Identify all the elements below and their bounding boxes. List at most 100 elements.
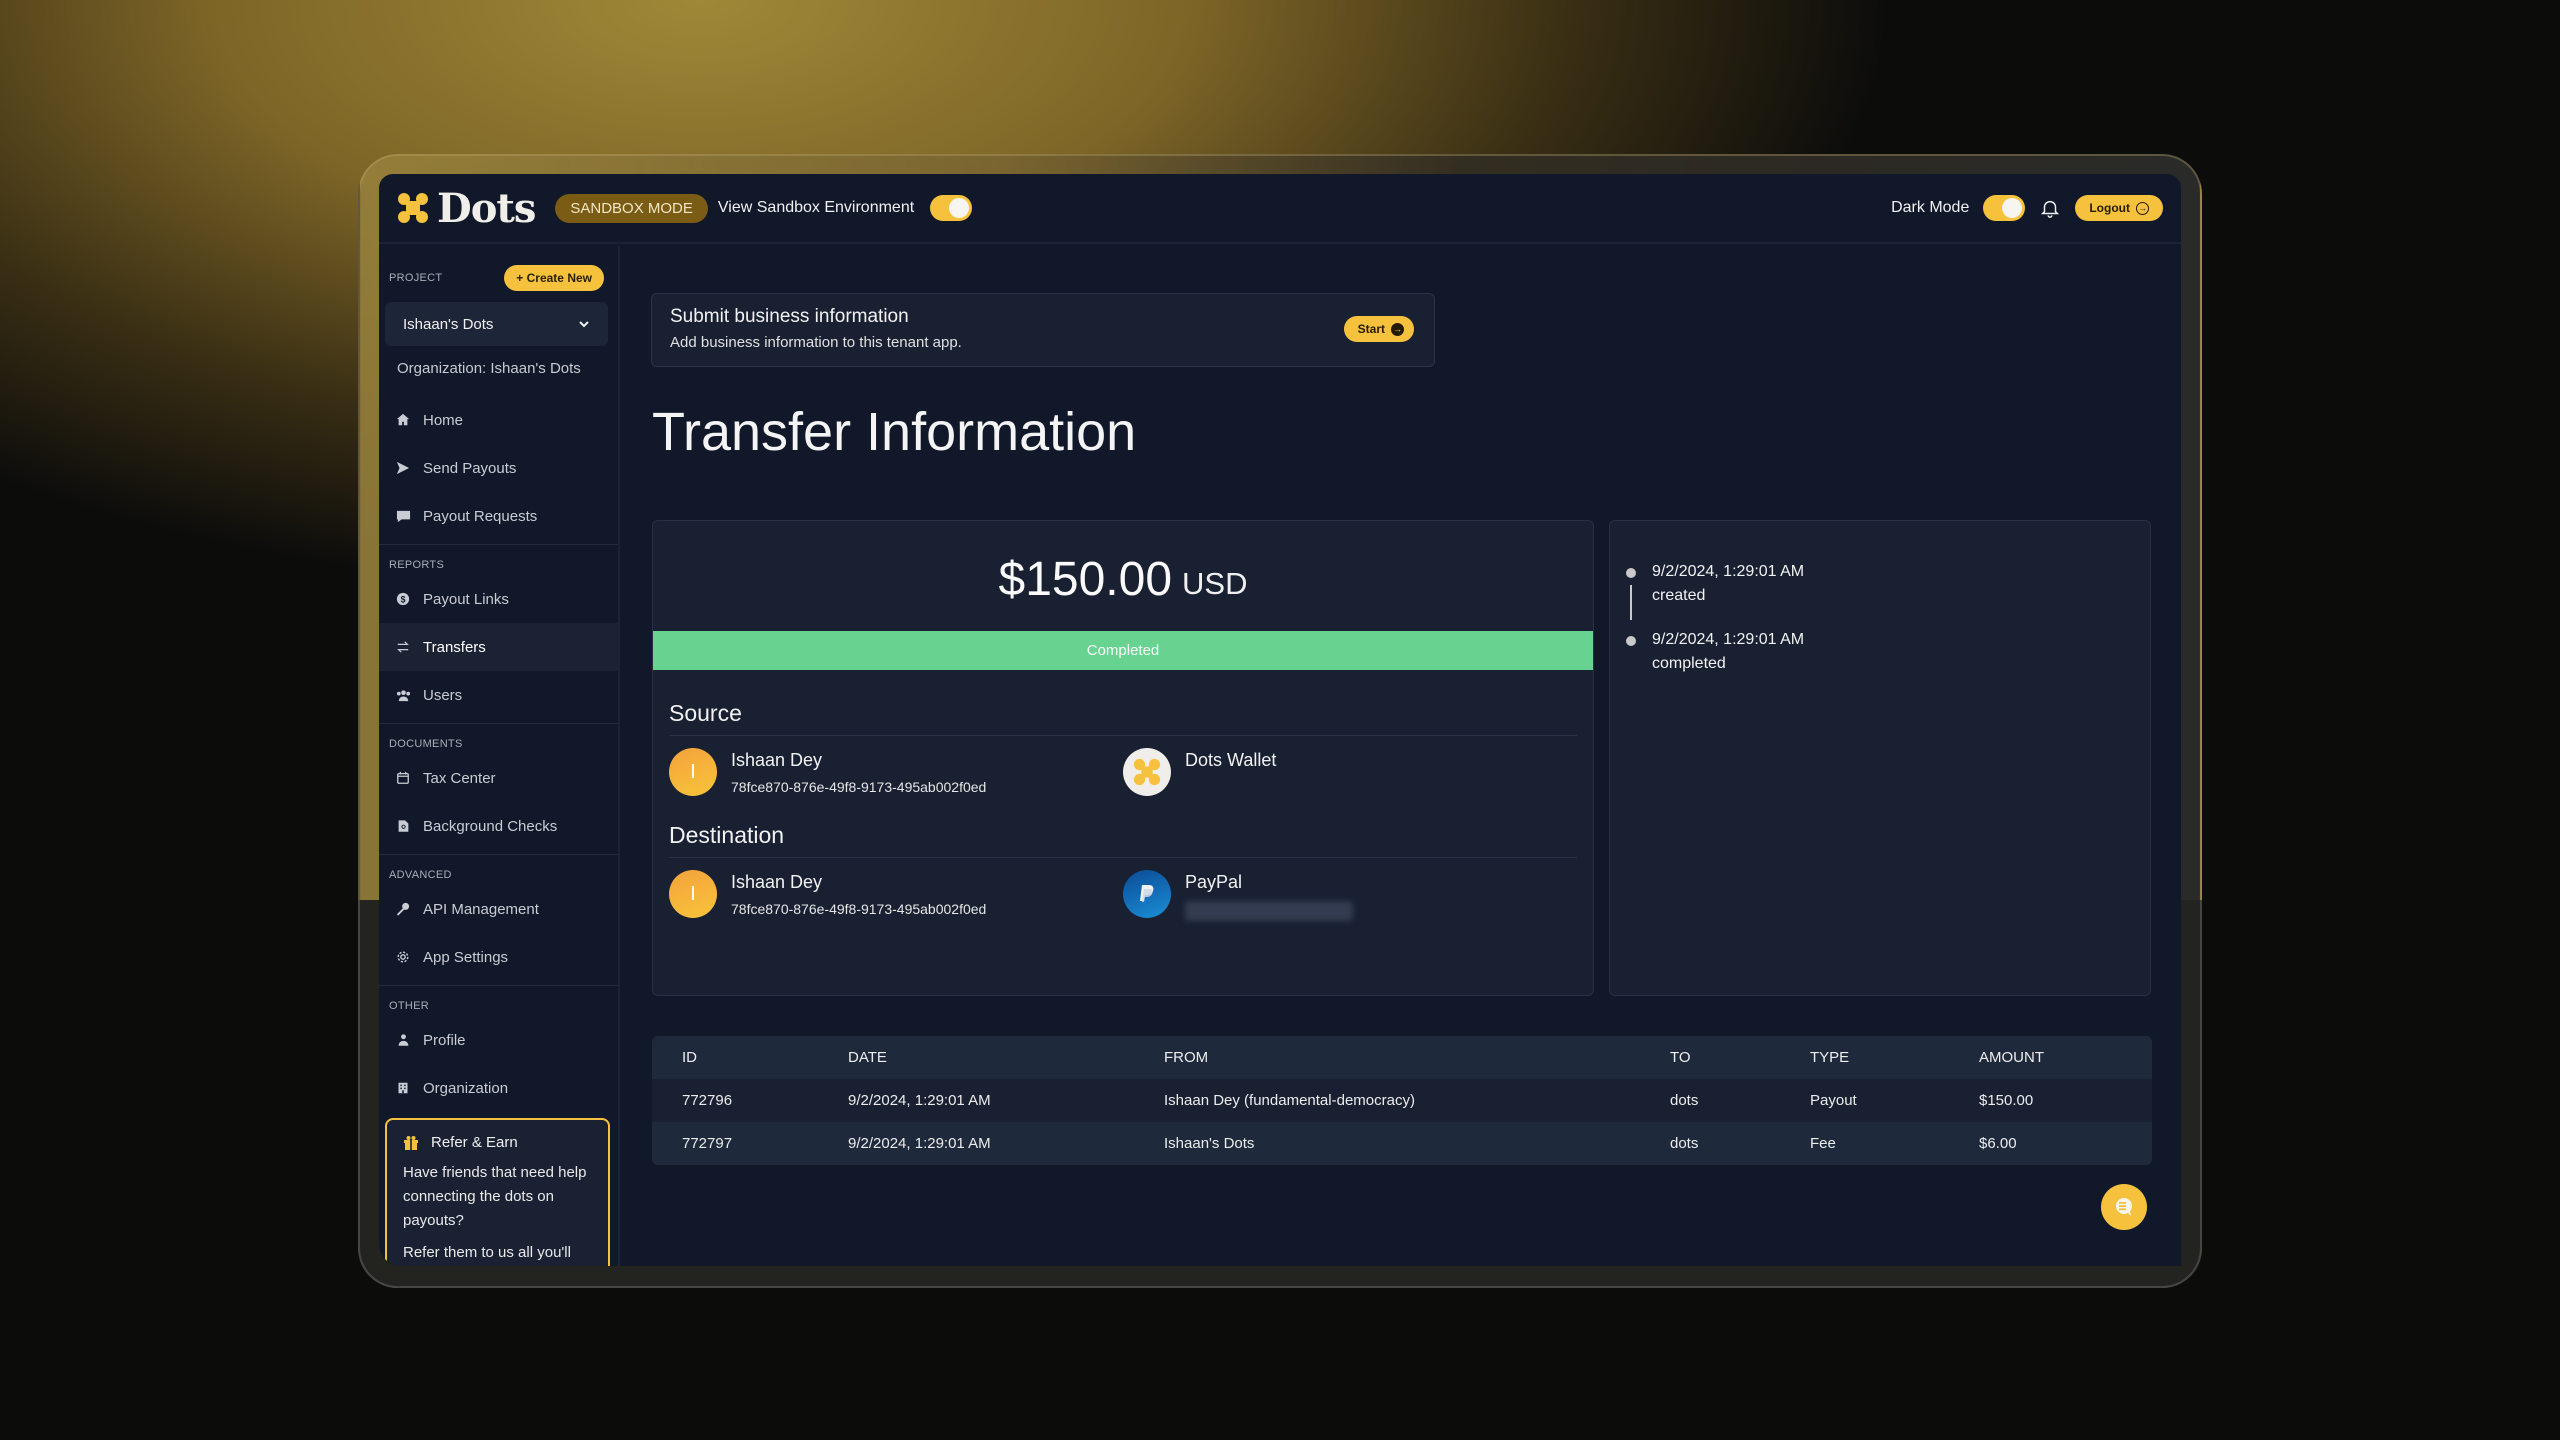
sidebar-item-profile[interactable]: Profile	[379, 1016, 618, 1064]
cell-date: 9/2/2024, 1:29:01 AM	[848, 1092, 991, 1109]
column-header-amount[interactable]: AMOUNT	[1949, 1036, 2152, 1079]
column-header-to[interactable]: TO	[1640, 1036, 1780, 1079]
nav-group-documents: DOCUMENTS Tax Center Background Checks	[379, 724, 618, 855]
sidebar-item-background-checks[interactable]: Background Checks	[379, 802, 618, 850]
transfer-currency: USD	[1182, 566, 1248, 601]
logout-label: Logout	[2089, 201, 2130, 215]
cell-type: Fee	[1810, 1135, 1836, 1152]
source-row: I Ishaan Dey 78fce870-876e-49f8-9173-495…	[669, 736, 1577, 796]
home-icon	[395, 412, 411, 428]
sidebar-item-label: Send Payouts	[423, 459, 517, 477]
sidebar-item-label: Home	[423, 411, 464, 429]
brand-name: Dots	[437, 184, 536, 232]
sidebar-item-app-settings[interactable]: App Settings	[379, 933, 618, 981]
column-header-id[interactable]: ID	[652, 1036, 818, 1079]
chevron-down-icon	[579, 321, 589, 328]
sidebar-item-payout-requests[interactable]: Payout Requests	[379, 492, 618, 540]
sidebar-item-label: App Settings	[423, 948, 509, 966]
users-icon	[395, 687, 411, 703]
banner-title: Submit business information	[670, 306, 909, 327]
sidebar: PROJECT + Create New Ishaan's Dots Organ…	[379, 246, 620, 1266]
sandbox-mode-badge: SANDBOX MODE	[555, 193, 708, 223]
cell-id: 772796	[682, 1092, 733, 1109]
send-icon	[395, 460, 411, 476]
dark-mode-toggle[interactable]	[1983, 195, 2026, 221]
table-row[interactable]: 772796 9/2/2024, 1:29:01 AM Ishaan Dey (…	[652, 1079, 2152, 1122]
table-row[interactable]: 772797 9/2/2024, 1:29:01 AM Ishaan's Dot…	[652, 1122, 2152, 1165]
bell-icon[interactable]	[2039, 197, 2061, 219]
destination-user[interactable]: I Ishaan Dey 78fce870-876e-49f8-9173-495…	[669, 870, 1123, 921]
timeline-event: completed	[1652, 655, 1726, 672]
column-header-from[interactable]: FROM	[1134, 1036, 1640, 1079]
column-header-date[interactable]: DATE	[818, 1036, 1134, 1079]
refer-title: Refer & Earn	[431, 1134, 518, 1151]
destination-user-name: Ishaan Dey	[731, 872, 823, 892]
start-button[interactable]: Start →	[1343, 316, 1414, 342]
timeline-item: 9/2/2024, 1:29:01 AM completed	[1626, 631, 2150, 699]
sidebar-item-send-payouts[interactable]: Send Payouts	[379, 444, 618, 492]
destination-user-id: 78fce870-876e-49f8-9173-495ab002f0ed	[731, 901, 987, 917]
sidebar-item-tax-center[interactable]: Tax Center	[379, 754, 618, 802]
brand-logo[interactable]: Dots	[397, 184, 536, 232]
project-selector[interactable]: Ishaan's Dots	[385, 302, 608, 346]
source-user-name: Ishaan Dey	[731, 750, 823, 770]
nav-group-other: OTHER Profile Organization	[379, 986, 618, 1116]
support-chat-button[interactable]	[2101, 1184, 2147, 1230]
source-user[interactable]: I Ishaan Dey 78fce870-876e-49f8-9173-495…	[669, 748, 1123, 796]
sidebar-item-payout-links[interactable]: $ Payout Links	[379, 575, 618, 623]
sandbox-toggle[interactable]	[930, 195, 973, 221]
transfer-summary-card: $150.00 USD Completed Source I Ishaan De…	[652, 520, 1594, 996]
sidebar-item-label: API Management	[423, 900, 539, 918]
arrow-right-circle-icon: →	[1391, 322, 1404, 336]
nav-group-advanced: ADVANCED API Management App Settings	[379, 855, 618, 986]
refer-earn-card[interactable]: Refer & Earn Have friends that need help…	[385, 1118, 610, 1266]
refer-header: Refer & Earn	[403, 1134, 592, 1151]
timeline-dot	[1626, 568, 1636, 578]
gear-icon	[395, 949, 411, 965]
sidebar-item-transfers[interactable]: Transfers	[379, 623, 618, 671]
business-info-banner: Submit business information Add business…	[651, 293, 1435, 367]
destination-section: Destination I Ishaan Dey 78fce870-876e-4…	[653, 796, 1593, 921]
sidebar-item-label: Payout Links	[423, 590, 509, 608]
timeline-time: 9/2/2024, 1:29:01 AM	[1652, 631, 1805, 648]
sidebar-item-api-management[interactable]: API Management	[379, 885, 618, 933]
project-header: PROJECT + Create New	[379, 246, 618, 296]
column-header-type[interactable]: TYPE	[1780, 1036, 1949, 1079]
cell-type: Payout	[1810, 1092, 1857, 1109]
destination-row: I Ishaan Dey 78fce870-876e-49f8-9173-495…	[669, 858, 1577, 921]
svg-text:$: $	[401, 595, 406, 605]
page-title: Transfer Information	[652, 402, 1137, 462]
timeline-dot	[1626, 636, 1636, 646]
dots-wallet-icon	[1123, 748, 1171, 796]
user-icon	[395, 1032, 411, 1048]
advanced-section-label: ADVANCED	[389, 869, 452, 881]
sidebar-item-home[interactable]: Home	[379, 396, 618, 444]
source-user-id: 78fce870-876e-49f8-9173-495ab002f0ed	[731, 779, 987, 795]
sidebar-item-users[interactable]: Users	[379, 671, 618, 719]
status-badge: Completed	[653, 631, 1593, 670]
sidebar-item-label: Organization	[423, 1079, 509, 1097]
logout-button[interactable]: Logout →	[2075, 195, 2163, 221]
avatar: I	[669, 748, 717, 796]
organization-label: Organization: Ishaan's Dots	[397, 360, 581, 377]
redacted-account	[1185, 901, 1353, 921]
dots-logo-icon	[398, 193, 428, 223]
top-bar: Dots SANDBOX MODE View Sandbox Environme…	[379, 174, 2181, 244]
refer-body-continued: Refer them to us all you'll	[403, 1244, 571, 1261]
transactions-table: ID DATE FROM TO TYPE AMOUNT 772796 9/2/2…	[652, 1036, 2152, 1165]
create-new-button[interactable]: + Create New	[504, 265, 604, 291]
paypal-icon	[1123, 870, 1171, 918]
sidebar-item-organization[interactable]: Organization	[379, 1064, 618, 1112]
sidebar-item-label: Transfers	[423, 638, 486, 656]
project-section-label: PROJECT	[389, 272, 443, 284]
key-icon	[395, 901, 411, 917]
chat-icon	[2116, 1198, 2132, 1216]
banner-subtitle: Add business information to this tenant …	[670, 334, 962, 351]
document-search-icon	[395, 818, 411, 834]
documents-section-label: DOCUMENTS	[389, 738, 463, 750]
source-method: Dots Wallet	[1123, 748, 1577, 796]
destination-method-name: PayPal	[1185, 872, 1243, 892]
destination-heading: Destination	[669, 822, 1577, 858]
source-section: Source I Ishaan Dey 78fce870-876e-49f8-9…	[653, 670, 1593, 796]
cell-from: Ishaan's Dots	[1164, 1135, 1255, 1152]
